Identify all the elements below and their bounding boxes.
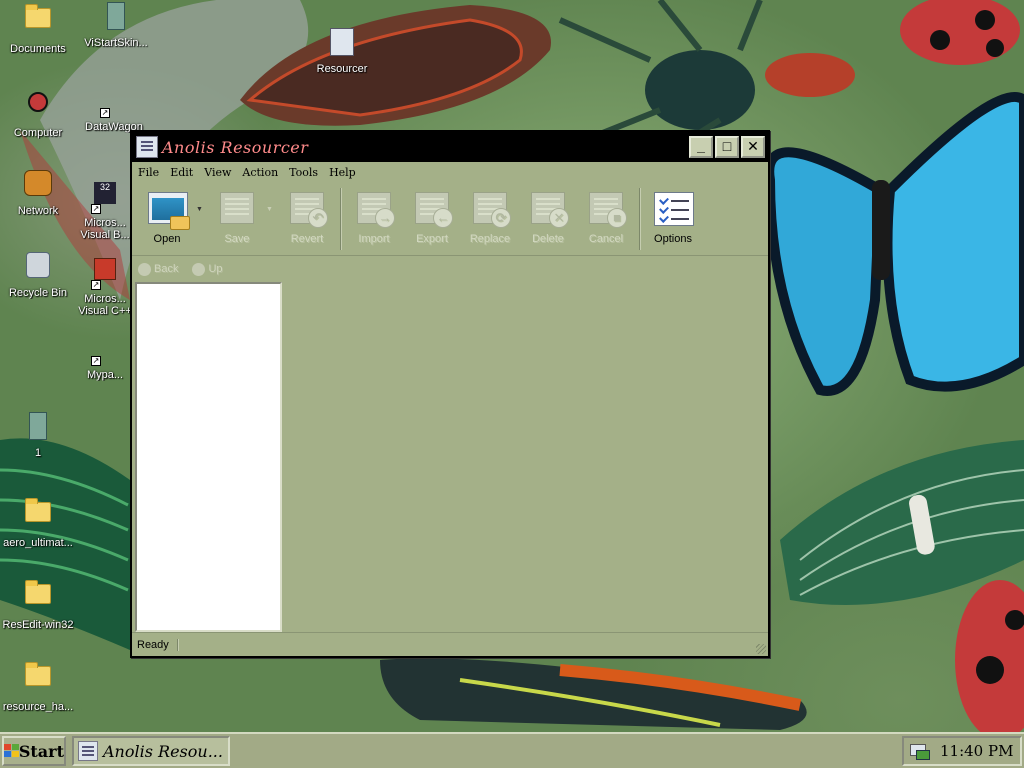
vc-icon: ↗ [89, 258, 121, 290]
status-bar: Ready [132, 632, 768, 656]
resourcer-icon [326, 28, 358, 60]
toolbar-separator [639, 188, 640, 250]
options-button[interactable]: Options [644, 184, 702, 252]
taskbar: Start Anolis Resou... 11:40 PM [0, 732, 1024, 768]
desktop-icon-datawagon[interactable]: ↗ DataWagon [76, 86, 152, 133]
replace-icon: ⟳ [469, 190, 511, 228]
menu-tools[interactable]: Tools [289, 166, 318, 179]
menu-bar: File Edit View Action Tools Help [132, 162, 768, 182]
close-button[interactable]: ✕ [741, 136, 765, 158]
desktop-icon-documents[interactable]: Documents [0, 2, 76, 55]
toolbar-separator [340, 188, 341, 250]
revert-icon: ↶ [286, 190, 328, 228]
menu-file[interactable]: File [138, 166, 159, 179]
export-button[interactable]: ← Export [403, 184, 461, 252]
start-button[interactable]: Start [2, 736, 66, 766]
mypa-icon: ↗ [91, 356, 101, 366]
maximize-button[interactable]: □ [715, 136, 739, 158]
desktop-icon-recycle-bin[interactable]: Recycle Bin [0, 250, 76, 299]
menu-view[interactable]: View [204, 166, 231, 179]
recycle-bin-icon [22, 252, 54, 284]
up-folder-icon [192, 262, 206, 276]
desktop-icon-vistartskin[interactable]: ViStartSkin... [78, 2, 154, 49]
app-icon[interactable] [136, 136, 158, 158]
import-button[interactable]: → Import [345, 184, 403, 252]
folder-icon [22, 580, 54, 616]
cancel-button[interactable]: ■ Cancel [577, 184, 635, 252]
desktop-icon-resourcer[interactable]: Resourcer [304, 28, 380, 75]
revert-button[interactable]: ↶ Revert [278, 184, 336, 252]
toolbar: Open ▼ Save ▼ ↶ Revert → Import ← Export… [132, 184, 768, 256]
computer-icon [22, 92, 54, 124]
desktop-icon-resource-hacker[interactable]: resource_ha... [0, 660, 76, 713]
up-button[interactable]: Up [192, 262, 223, 276]
menu-edit[interactable]: Edit [170, 166, 193, 179]
cancel-icon: ■ [585, 190, 627, 228]
resourcer-icon [78, 741, 98, 761]
window-title: Anolis Resourcer [162, 137, 309, 157]
desktop-icon-resedit[interactable]: ResEdit-win32 [0, 578, 76, 631]
network-tray-icon[interactable] [908, 742, 930, 760]
save-dropdown-arrow[interactable]: ▼ [266, 184, 278, 213]
save-icon [216, 190, 258, 228]
system-tray: 11:40 PM [902, 736, 1022, 766]
network-icon [22, 170, 54, 202]
desktop-icon-aero-ultimate[interactable]: aero_ultimat... [0, 496, 76, 549]
taskbar-app-anolis-resourcer[interactable]: Anolis Resou... [72, 736, 230, 766]
delete-button[interactable]: ✕ Delete [519, 184, 577, 252]
back-button[interactable]: Back [138, 262, 178, 276]
export-icon: ← [411, 190, 453, 228]
desktop-icon-visual-cpp[interactable]: ↗ Micros... Visual C++ [78, 256, 132, 317]
file-icon [100, 2, 132, 34]
vb-icon: 32 ↗ [89, 182, 121, 214]
desktop-icon-computer[interactable]: Computer [0, 86, 76, 139]
open-button[interactable]: Open [138, 184, 196, 252]
clock[interactable]: 11:40 PM [940, 742, 1013, 760]
status-text: Ready [137, 638, 178, 651]
desktop-icon-mypa[interactable]: ↗ Mypa... [78, 334, 132, 381]
file-icon [22, 412, 54, 444]
options-checklist-icon [652, 190, 694, 228]
open-dropdown-arrow[interactable]: ▼ [196, 184, 208, 213]
save-button[interactable]: Save [208, 184, 266, 252]
menu-help[interactable]: Help [329, 166, 356, 179]
title-bar[interactable]: Anolis Resourcer _ □ ✕ [132, 132, 768, 162]
desktop-icon-1[interactable]: 1 [0, 412, 76, 459]
open-icon [146, 190, 190, 230]
folder-icon [22, 662, 54, 698]
datawagon-icon: ↗ [100, 108, 110, 118]
resize-grip[interactable] [756, 644, 766, 654]
desktop-icon-network[interactable]: Network [0, 168, 76, 217]
navigation-bar: Back Up [132, 259, 768, 279]
replace-button[interactable]: ⟳ Replace [461, 184, 519, 252]
import-icon: → [353, 190, 395, 228]
menu-action[interactable]: Action [242, 166, 278, 179]
back-arrow-icon [138, 262, 151, 276]
documents-folder-icon [22, 4, 54, 40]
resourcer-window: Anolis Resourcer _ □ ✕ File Edit View Ac… [130, 130, 770, 658]
resource-tree-pane[interactable] [135, 282, 282, 632]
minimize-button[interactable]: _ [689, 136, 713, 158]
folder-icon [22, 498, 54, 534]
desktop-icon-visual-basic[interactable]: 32 ↗ Micros... Visual B... [78, 180, 132, 241]
windows-logo-icon [4, 744, 19, 758]
delete-icon: ✕ [527, 190, 569, 228]
